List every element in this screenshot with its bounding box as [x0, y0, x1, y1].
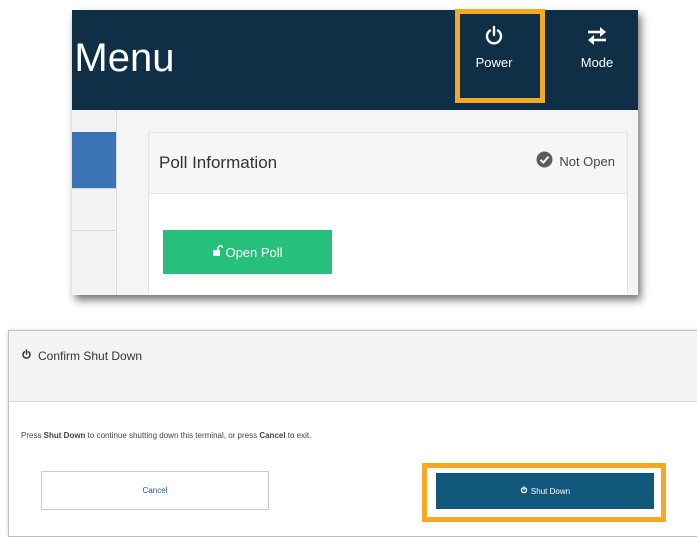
message-bold-shutdown: Shut Down — [43, 431, 86, 440]
dialog-title: Confirm Shut Down — [21, 349, 142, 363]
message-bold-cancel: Cancel — [259, 431, 286, 440]
left-nav — [72, 110, 117, 295]
message-text: to continue shutting down this terminal,… — [85, 431, 260, 440]
poll-card-title: Poll Information — [159, 153, 278, 172]
header-bar: r Menu Power Mode — [72, 10, 638, 110]
dialog-title-text: Confirm Shut Down — [38, 349, 143, 363]
power-icon — [464, 25, 524, 50]
dialog-message: Press Shut Down to continue shutting dow… — [21, 431, 311, 440]
power-label: Power — [475, 55, 513, 70]
message-text: to exit. — [285, 431, 312, 440]
poll-information-card: Poll Information Not Open Open Poll — [148, 132, 628, 295]
mode-label: Mode — [580, 55, 614, 70]
power-icon — [21, 349, 32, 363]
content-area: Poll Information Not Open Open Poll — [72, 110, 638, 295]
unlock-icon — [212, 244, 224, 260]
page-title: r Menu — [72, 36, 175, 80]
dialog-header: Confirm Shut Down — [9, 331, 697, 402]
poll-card-header: Poll Information Not Open — [149, 133, 627, 194]
left-nav-active-tab[interactable] — [72, 132, 116, 188]
cancel-label: Cancel — [142, 486, 168, 495]
poll-status-text: Not Open — [559, 153, 615, 169]
poll-status: Not Open — [536, 151, 615, 171]
shut-down-button[interactable]: Shut Down — [436, 473, 654, 509]
open-poll-label: Open Poll — [225, 244, 283, 260]
mode-button[interactable]: Mode — [572, 25, 622, 70]
left-nav-item[interactable] — [72, 230, 116, 295]
swap-arrows-icon — [572, 25, 622, 50]
power-button[interactable]: Power — [464, 25, 524, 70]
open-poll-button[interactable]: Open Poll — [163, 230, 332, 274]
menu-panel: r Menu Power Mode — [72, 10, 638, 295]
check-circle-icon — [536, 151, 553, 171]
left-nav-item[interactable] — [72, 188, 116, 231]
message-text: Press — [21, 431, 44, 440]
cancel-button[interactable]: Cancel — [41, 471, 269, 510]
confirm-shutdown-dialog: Confirm Shut Down Press Shut Down to con… — [8, 330, 697, 537]
power-icon — [520, 486, 528, 496]
shut-down-label: Shut Down — [530, 486, 571, 496]
